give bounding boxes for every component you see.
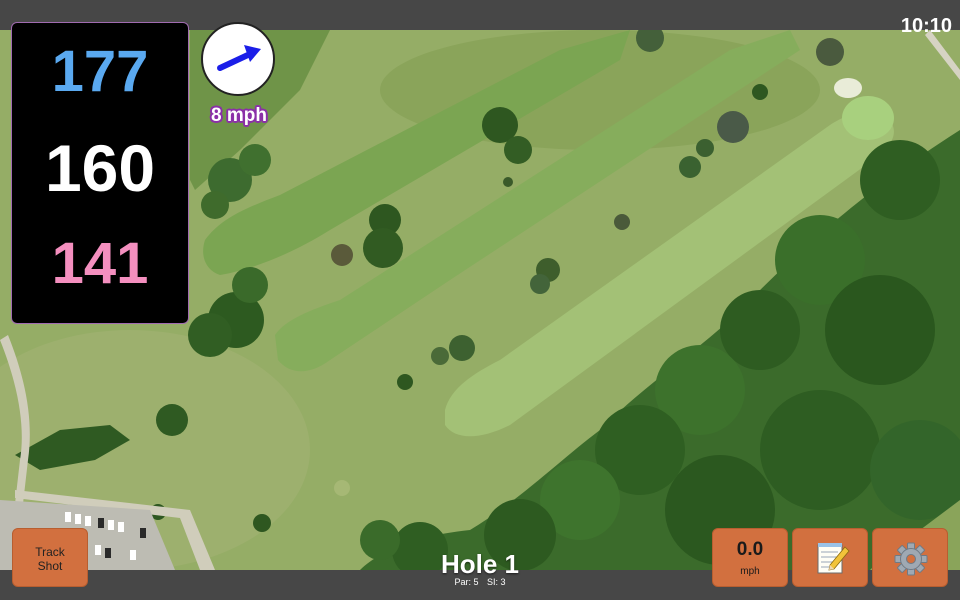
track-shot-button[interactable]: Track Shot	[12, 528, 88, 587]
settings-button[interactable]	[872, 528, 948, 587]
arrow-icon	[217, 45, 261, 71]
notes-button[interactable]	[792, 528, 868, 587]
stroke-index-label: SI: 3	[487, 577, 506, 587]
wind-speed-label: 8 mph	[211, 105, 267, 126]
speed-button[interactable]: 0.0 mph	[712, 528, 788, 587]
distance-panel: 177 160 141	[11, 22, 189, 324]
track-shot-label-line1: Track	[35, 545, 65, 559]
wind-direction-indicator	[201, 22, 275, 96]
speed-unit: mph	[740, 566, 760, 577]
middle-of-green-distance: 160	[44, 131, 156, 205]
golf-gps-screen: 10:10 177 160 141 8 mph Track Shot Hole …	[0, 0, 960, 600]
gear-icon	[894, 542, 928, 576]
hole-title: Hole 1	[440, 549, 520, 579]
clock-time: 10:10	[900, 15, 952, 37]
notepad-icon	[817, 543, 850, 574]
track-shot-label-line2: Shot	[37, 559, 63, 573]
front-of-green-distance: 141	[51, 231, 149, 296]
par-label: Par: 5	[454, 577, 479, 587]
speed-value: 0.0	[736, 539, 764, 560]
back-of-green-distance: 177	[51, 39, 149, 104]
hole-details: Par: 5 SI: 3	[380, 577, 580, 588]
